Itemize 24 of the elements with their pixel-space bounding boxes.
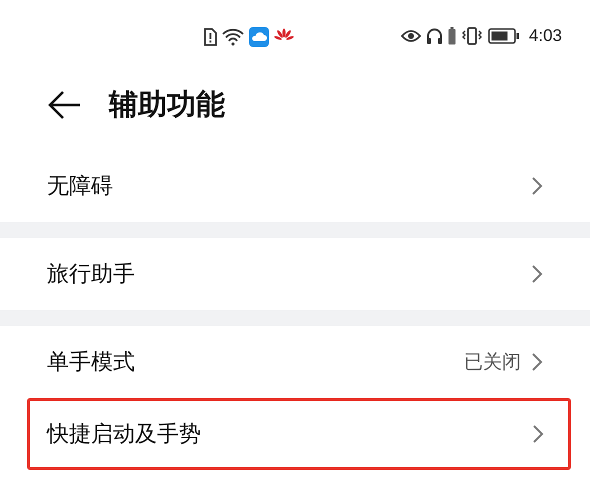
wifi-icon xyxy=(222,28,244,46)
eye-icon xyxy=(400,29,421,43)
sim-alert-icon xyxy=(203,28,217,46)
headphones-icon xyxy=(426,28,443,44)
chevron-icon xyxy=(531,176,543,196)
battery-icon xyxy=(488,28,520,44)
vibrate-icon xyxy=(460,27,483,45)
settings-row[interactable]: 旅行助手 xyxy=(0,238,590,310)
settings-row[interactable]: 单手模式 已关闭 xyxy=(0,326,590,398)
row-label: 旅行助手 xyxy=(47,261,136,289)
clock-time: 4:03 xyxy=(528,26,562,46)
back-button[interactable] xyxy=(47,90,81,120)
settings-row[interactable]: 快捷启动及手势 xyxy=(27,398,571,470)
row-value: 已关闭 xyxy=(464,350,521,375)
battery-small-icon xyxy=(448,27,456,45)
chevron-icon xyxy=(531,264,543,284)
settings-row[interactable]: 无障碍 xyxy=(0,150,590,222)
row-label: 无障碍 xyxy=(47,173,114,201)
page-title: 辅助功能 xyxy=(109,86,225,123)
chevron-icon xyxy=(531,352,543,372)
chevron-icon xyxy=(532,424,544,444)
cloud-app-icon xyxy=(249,27,269,47)
row-label: 单手模式 xyxy=(47,349,136,377)
row-label: 快捷启动及手势 xyxy=(47,421,202,449)
